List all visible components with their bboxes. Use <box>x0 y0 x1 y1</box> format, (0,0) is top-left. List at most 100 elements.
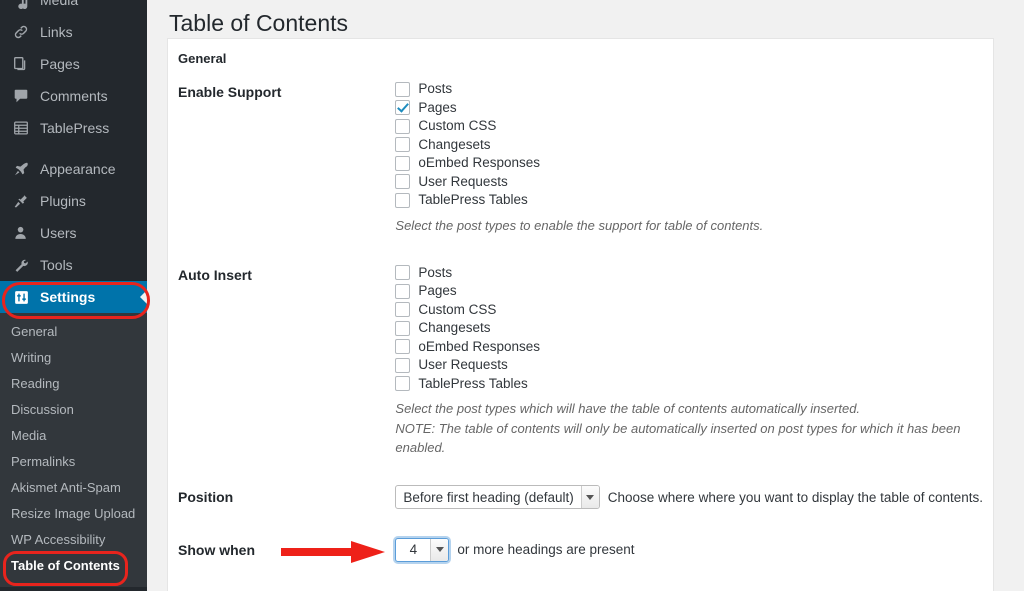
sidebar-subitem-table-of-contents[interactable]: Table of Contents <box>0 553 147 579</box>
media-icon <box>11 0 31 10</box>
checkbox-label: TablePress Tables <box>418 192 528 208</box>
show-when-select-toggle[interactable] <box>430 538 449 561</box>
checkbox-label: oEmbed Responses <box>418 338 540 354</box>
row-label-auto-insert: Auto Insert <box>178 267 252 284</box>
checkbox-row[interactable]: Pages <box>395 99 983 118</box>
sidebar-item-label: Links <box>40 24 73 40</box>
position-select-value: Before first heading (default) <box>403 489 574 505</box>
sidebar-item-pages[interactable]: Pages <box>0 48 147 80</box>
sidebar-item-label: Settings <box>40 289 96 305</box>
show-when-select-value: 4 <box>409 541 418 557</box>
checkbox-enable-custom-css[interactable] <box>395 118 411 134</box>
row-field-enable-support: Posts Pages Custom CSS Changesets oEmbed… <box>383 66 993 249</box>
checkbox-autoinsert-posts[interactable] <box>395 265 411 281</box>
auto-insert-description: Select the post types which will have th… <box>395 400 861 416</box>
sidebar-item-label: Users <box>40 225 77 241</box>
checkbox-label: Posts <box>418 81 453 97</box>
checkbox-row[interactable]: oEmbed Responses <box>395 337 983 356</box>
checkbox-autoinsert-pages[interactable] <box>395 283 411 299</box>
sidebar-item-label: Plugins <box>40 193 86 209</box>
row-auto-insert: Auto Insert Posts Pages Custom CSS Chang… <box>168 249 993 471</box>
show-when-select[interactable]: 4 <box>395 537 450 562</box>
sidebar-item-links[interactable]: Links <box>0 16 147 48</box>
sidebar-item-label: Pages <box>40 56 80 72</box>
sidebar-subitem-resize-image-upload[interactable]: Resize Image Upload <box>0 501 147 527</box>
checkbox-enable-pages[interactable] <box>395 100 411 116</box>
row-show-when: Show when 4 or more headings are present <box>168 524 993 576</box>
tablepress-icon <box>11 118 31 138</box>
row-label-show-when: Show when <box>178 541 255 558</box>
sidebar-subitem-akismet-anti-spam[interactable]: Akismet Anti-Spam <box>0 475 147 501</box>
sidebar-item-settings[interactable]: Settings <box>0 281 147 313</box>
checkbox-row[interactable]: Posts <box>395 80 983 99</box>
checkbox-label: oEmbed Responses <box>418 155 540 171</box>
checkbox-row[interactable]: Changesets <box>395 136 983 155</box>
checkbox-label: User Requests <box>418 357 508 373</box>
row-enable-support: Enable Support Posts Pages Custom CSS Ch… <box>168 66 993 249</box>
checkbox-row[interactable]: Custom CSS <box>395 300 983 319</box>
tools-icon <box>11 255 31 275</box>
checkbox-row[interactable]: Custom CSS <box>395 117 983 136</box>
sidebar-item-tools[interactable]: Tools <box>0 249 147 281</box>
row-label-enable-support: Enable Support <box>178 84 282 100</box>
checkbox-label: Custom CSS <box>418 301 497 317</box>
plugins-icon <box>11 191 31 211</box>
sidebar-item-tablepress[interactable]: TablePress <box>0 112 147 144</box>
sidebar-subitem-media[interactable]: Media <box>0 423 147 449</box>
sidebar-subitem-wp-accessibility[interactable]: WP Accessibility <box>0 527 147 553</box>
checkbox-autoinsert-custom-css[interactable] <box>395 302 411 318</box>
checkbox-enable-oembed-responses[interactable] <box>395 155 411 171</box>
sidebar-item-appearance[interactable]: Appearance <box>0 153 147 185</box>
submenu-pointer-icon <box>140 289 147 305</box>
checkbox-label: Changesets <box>418 136 491 152</box>
checkbox-enable-changesets[interactable] <box>395 137 411 153</box>
position-select-toggle[interactable] <box>580 486 599 509</box>
settings-form-table: Enable Support Posts Pages Custom CSS Ch… <box>168 66 993 576</box>
comments-icon <box>11 86 31 106</box>
sidebar-subitem-writing[interactable]: Writing <box>0 345 147 371</box>
sidebar-subitem-permalinks[interactable]: Permalinks <box>0 449 147 475</box>
row-field-show-when: 4 or more headings are present <box>383 524 993 576</box>
checkbox-row[interactable]: Changesets <box>395 319 983 338</box>
sidebar-item-media[interactable]: Media <box>0 0 147 16</box>
sidebar-item-users[interactable]: Users <box>0 217 147 249</box>
checkbox-autoinsert-oembed-responses[interactable] <box>395 339 411 355</box>
checkbox-enable-user-requests[interactable] <box>395 174 411 190</box>
sidebar-item-label: Comments <box>40 88 108 104</box>
settings-card: General Enable Support Posts Pages Custo… <box>167 38 994 591</box>
position-description: Choose where where you want to display t… <box>607 489 983 505</box>
sidebar-item-label: TablePress <box>40 120 110 136</box>
sidebar-item-label: Media <box>40 0 79 8</box>
checkbox-row[interactable]: User Requests <box>395 356 983 375</box>
auto-insert-note: NOTE: The table of contents will only be… <box>395 420 961 455</box>
checkbox-label: Pages <box>418 283 457 299</box>
checkbox-row[interactable]: User Requests <box>395 173 983 192</box>
settings-submenu: General Writing Reading Discussion Media… <box>0 313 147 587</box>
checkbox-row[interactable]: TablePress Tables <box>395 374 983 393</box>
show-when-suffix: or more headings are present <box>457 541 635 557</box>
checkbox-row[interactable]: Posts <box>395 263 983 282</box>
checkbox-enable-posts[interactable] <box>395 81 411 97</box>
checkbox-label: Posts <box>418 264 453 280</box>
chevron-down-icon <box>586 494 595 500</box>
sidebar-subitem-reading[interactable]: Reading <box>0 371 147 397</box>
section-title: General <box>178 51 227 66</box>
checkbox-row[interactable]: TablePress Tables <box>395 191 983 210</box>
sidebar-item-comments[interactable]: Comments <box>0 80 147 112</box>
checkbox-row[interactable]: Pages <box>395 282 983 301</box>
appearance-icon <box>11 159 31 179</box>
checkbox-label: TablePress Tables <box>418 375 528 391</box>
sidebar-item-plugins[interactable]: Plugins <box>0 185 147 217</box>
checkbox-autoinsert-tablepress-tables[interactable] <box>395 376 411 392</box>
main-content: Table of Contents General Enable Support… <box>147 0 1024 591</box>
admin-sidebar: Media Links Pages Comments TablePress Ap… <box>0 0 147 591</box>
settings-icon <box>11 287 31 307</box>
sidebar-subitem-discussion[interactable]: Discussion <box>0 397 147 423</box>
checkbox-autoinsert-user-requests[interactable] <box>395 357 411 373</box>
position-select[interactable]: Before first heading (default) <box>395 485 600 510</box>
row-field-position: Before first heading (default) Choose wh… <box>383 471 993 523</box>
checkbox-row[interactable]: oEmbed Responses <box>395 154 983 173</box>
sidebar-subitem-general[interactable]: General <box>0 319 147 345</box>
checkbox-enable-tablepress-tables[interactable] <box>395 192 411 208</box>
checkbox-autoinsert-changesets[interactable] <box>395 320 411 336</box>
